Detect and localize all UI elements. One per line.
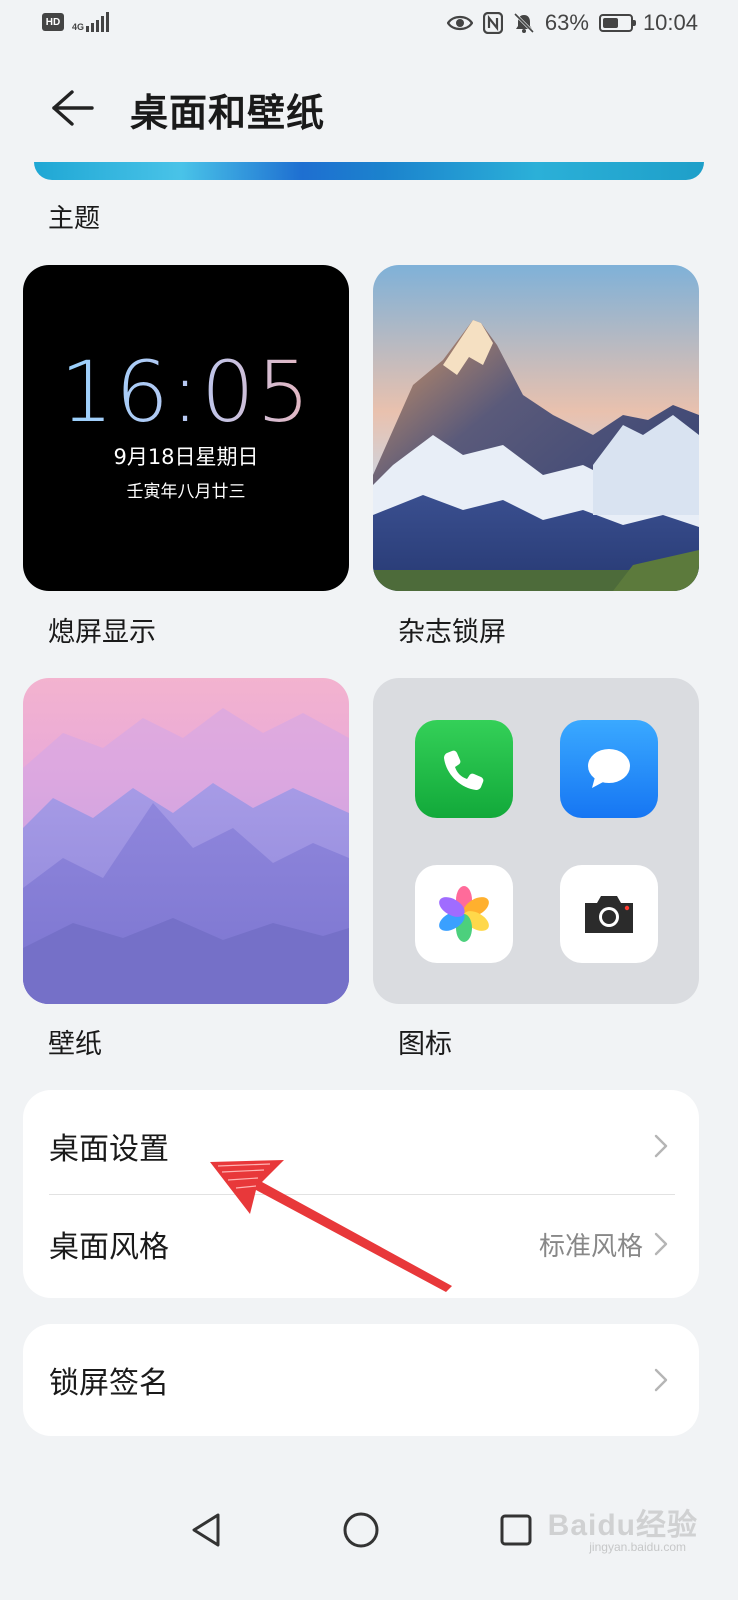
gallery-flower-icon xyxy=(439,886,489,942)
bell-muted-icon xyxy=(513,12,534,34)
chevron-right-icon xyxy=(654,1368,668,1392)
back-button[interactable] xyxy=(48,86,96,130)
nav-recents-button[interactable] xyxy=(492,1506,540,1554)
gallery-app-icon xyxy=(415,865,513,963)
lockscreen-signature-label: 锁屏签名 xyxy=(49,1366,169,1401)
status-bar: HD 4G 63% 10:04 xyxy=(0,0,738,52)
circle-home-icon xyxy=(343,1512,379,1548)
themes-section-label: 主题 xyxy=(48,204,101,234)
wallpaper-preview-image xyxy=(23,678,349,1004)
mountain-preview-image xyxy=(373,265,699,591)
nfc-icon xyxy=(482,12,503,34)
desktop-settings-label: 桌面设置 xyxy=(49,1132,169,1167)
network-type: 4G xyxy=(72,22,85,32)
always-on-display-label: 熄屏显示 xyxy=(48,617,156,648)
watermark-url: jingyan.baidu.com xyxy=(589,1540,686,1554)
camera-icon xyxy=(585,896,633,933)
icons-label: 图标 xyxy=(398,1029,452,1060)
desktop-style-label: 桌面风格 xyxy=(49,1230,169,1265)
eye-comfort-icon xyxy=(446,15,473,31)
magazine-lockscreen-label: 杂志锁屏 xyxy=(398,617,506,648)
desktop-settings-card: 桌面设置 桌面风格 标准风格 xyxy=(23,1090,699,1298)
battery-fill xyxy=(602,18,618,28)
nav-back-button[interactable] xyxy=(182,1506,230,1554)
triangle-back-icon xyxy=(192,1513,220,1547)
lockscreen-signature-card: 锁屏签名 xyxy=(23,1324,699,1436)
square-recents-icon xyxy=(500,1514,532,1546)
chevron-right-icon xyxy=(654,1134,668,1158)
messages-app-icon xyxy=(560,720,658,818)
chevron-right-icon xyxy=(654,1232,668,1256)
lockscreen-signature-row[interactable]: 锁屏签名 xyxy=(23,1332,699,1428)
page-title: 桌面和壁纸 xyxy=(130,91,326,135)
phone-app-icon xyxy=(415,720,513,818)
camera-app-icon xyxy=(560,865,658,963)
always-on-display-tile[interactable]: 16:05 9月18日星期日 壬寅年八月廿三 xyxy=(23,265,349,591)
status-left: HD 4G xyxy=(42,12,112,32)
wallpaper-tile[interactable] xyxy=(23,678,349,1004)
battery-icon xyxy=(598,14,636,32)
aod-preview-lunar-date: 壬寅年八月廿三 xyxy=(126,482,246,502)
theme-banner[interactable] xyxy=(34,162,704,180)
hd-badge: HD xyxy=(42,13,64,31)
battery-percent: 63% xyxy=(544,10,589,35)
wallpaper-label: 壁纸 xyxy=(48,1029,102,1060)
aod-preview-date: 9月18日星期日 xyxy=(113,445,259,469)
magazine-lockscreen-tile[interactable] xyxy=(373,265,699,591)
signal-strength-icon xyxy=(86,12,110,32)
desktop-style-value: 标准风格 xyxy=(538,1231,643,1262)
desktop-style-row[interactable]: 桌面风格 标准风格 xyxy=(23,1196,699,1292)
icons-tile[interactable] xyxy=(373,678,699,1004)
back-arrow-icon xyxy=(52,90,94,126)
desktop-settings-row[interactable]: 桌面设置 xyxy=(23,1098,699,1194)
nav-home-button[interactable] xyxy=(337,1506,385,1554)
phone-handset-icon xyxy=(444,750,484,790)
status-right: 63% 10:04 xyxy=(446,10,698,36)
signal-indicator: 4G xyxy=(72,12,112,32)
aod-preview-time: 16:05 xyxy=(23,343,349,441)
clock: 10:04 xyxy=(642,10,698,35)
chat-bubble-icon xyxy=(588,749,630,788)
watermark-logo: Baidu经验 xyxy=(547,1509,698,1542)
row-divider xyxy=(49,1194,675,1195)
